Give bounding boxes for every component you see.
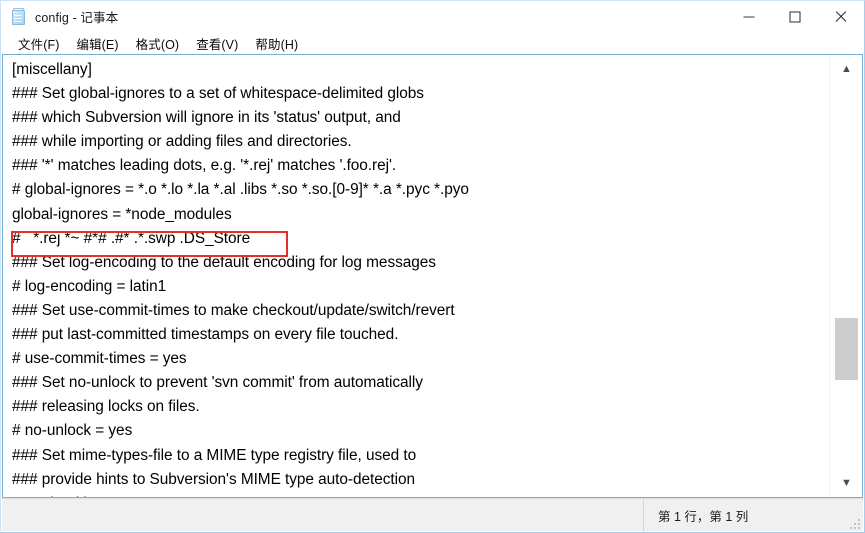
menu-item-format[interactable]: 格式(O): [128, 32, 189, 55]
menu-item-edit[interactable]: 编辑(E): [68, 32, 127, 55]
notepad-window: config - 记事本 文件(F) 编辑(E) 格式(O) 查看(V) 帮助(…: [0, 0, 865, 533]
text-line: ### Set no-unlock to prevent 'svn commit…: [12, 374, 423, 392]
text-line: ### Set log-encoding to the default enco…: [12, 253, 436, 271]
text-line: # use-commit-times = yes: [12, 350, 187, 368]
text-line: ### which Subversion will ignore in its …: [12, 109, 401, 127]
status-bar: 第 1 行，第 1 列: [2, 498, 863, 532]
text-line: # log-encoding = latin1: [12, 277, 167, 295]
close-button[interactable]: [818, 1, 864, 32]
title-bar: config - 记事本: [1, 1, 864, 32]
text-line-highlighted: global-ignores = *node_modules: [12, 205, 232, 223]
maximize-icon: [789, 11, 801, 22]
cursor-position-text: 第 1 行，第 1 列: [658, 510, 749, 524]
scroll-down-button[interactable]: ▼: [830, 469, 862, 497]
resize-grip-icon[interactable]: [846, 515, 860, 529]
text-line: # *.rej *~ #*# .#* .*.swp .DS_Store: [12, 229, 251, 247]
close-icon: [834, 10, 848, 24]
editor-frame: [miscellany] ### Set global-ignores to a…: [2, 54, 863, 498]
text-line: ### releasing locks on files.: [12, 398, 200, 416]
menu-item-file[interactable]: 文件(F): [10, 32, 68, 55]
text-line: ### Set mime-types-file to a MIME type r…: [12, 446, 417, 464]
text-line: ### algorithm.: [12, 492, 829, 497]
text-line: ### while importing or adding files and …: [12, 133, 352, 151]
menu-item-help[interactable]: 帮助(H): [247, 32, 307, 55]
notepad-icon: [10, 7, 28, 26]
menu-item-view[interactable]: 查看(V): [188, 32, 247, 55]
scrollbar-track[interactable]: [830, 83, 862, 469]
minimize-icon: [743, 16, 755, 18]
window-controls: [726, 1, 864, 32]
status-position-cell: 第 1 行，第 1 列: [643, 499, 833, 532]
text-line: ### '*' matches leading dots, e.g. '*.re…: [12, 157, 397, 175]
text-line: ### Set use-commit-times to make checkou…: [12, 301, 455, 319]
chevron-up-icon: ▲: [841, 62, 852, 75]
window-title: config - 记事本: [35, 11, 119, 25]
text-editor-area[interactable]: [miscellany] ### Set global-ignores to a…: [3, 55, 829, 497]
text-line: ### put last-committed timestamps on eve…: [12, 326, 399, 344]
scrollbar-thumb[interactable]: [835, 318, 858, 380]
maximize-button[interactable]: [772, 1, 818, 32]
scroll-up-button[interactable]: ▲: [830, 55, 862, 83]
text-line: # global-ignores = *.o *.lo *.la *.al .l…: [12, 181, 469, 199]
text-line: # no-unlock = yes: [12, 422, 133, 440]
text-line: [miscellany]: [12, 61, 92, 78]
vertical-scrollbar[interactable]: ▲ ▼: [829, 55, 862, 497]
text-line: ### Set global-ignores to a set of white…: [12, 85, 424, 103]
minimize-button[interactable]: [726, 1, 772, 32]
text-line: ### provide hints to Subversion's MIME t…: [12, 470, 415, 488]
chevron-down-icon: ▼: [841, 476, 852, 489]
menu-bar: 文件(F) 编辑(E) 格式(O) 查看(V) 帮助(H): [1, 32, 864, 54]
